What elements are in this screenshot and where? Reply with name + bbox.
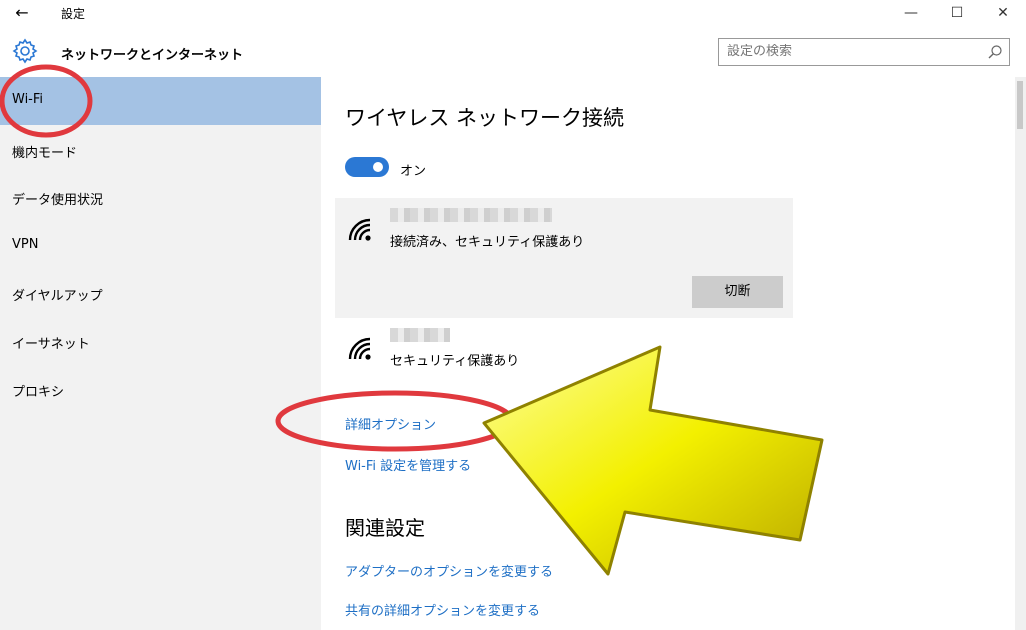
sidebar-item-vpn[interactable]: VPN: [0, 222, 321, 270]
scrollbar-thumb[interactable]: [1017, 81, 1023, 129]
page-header: ネットワークとインターネット: [0, 28, 1026, 77]
search-box[interactable]: [718, 38, 1010, 66]
sidebar-item-ethernet[interactable]: イーサネット: [0, 318, 321, 366]
network-name-blurred: [390, 208, 552, 222]
section-heading: ワイヤレス ネットワーク接続: [345, 106, 625, 130]
sidebar-item-label: Wi-Fi: [12, 92, 44, 107]
sidebar-item-airplane-mode[interactable]: 機内モード: [0, 127, 321, 175]
search-input[interactable]: [727, 44, 977, 59]
sidebar-item-label: プロキシ: [12, 385, 65, 400]
sidebar-item-data-usage[interactable]: データ使用状況: [0, 174, 321, 222]
sidebar-item-label: ダイヤルアップ: [12, 289, 103, 304]
sidebar-item-label: データ使用状況: [12, 193, 104, 208]
scrollbar[interactable]: [1015, 77, 1026, 630]
app-title: 設定: [61, 7, 86, 21]
network-status: 接続済み、セキュリティ保護あり: [390, 235, 585, 250]
wifi-toggle[interactable]: [345, 157, 389, 177]
sidebar-item-label: イーサネット: [12, 337, 90, 352]
sidebar-item-proxy[interactable]: プロキシ: [0, 366, 321, 414]
related-settings-heading: 関連設定: [345, 516, 425, 540]
page-title: ネットワークとインターネット: [61, 48, 244, 63]
toggle-knob: [373, 162, 383, 172]
network-name-blurred: [390, 328, 450, 342]
maximize-icon[interactable]: ☐: [934, 0, 980, 28]
wifi-icon: [348, 218, 371, 241]
manage-wifi-settings-link[interactable]: Wi-Fi 設定を管理する: [345, 455, 471, 474]
advanced-options-link[interactable]: 詳細オプション: [345, 414, 436, 433]
gear-icon: [12, 38, 38, 64]
sidebar-item-label: VPN: [12, 237, 39, 252]
toggle-label: オン: [400, 164, 427, 179]
sidebar-item-label: 機内モード: [12, 146, 78, 161]
disconnect-button[interactable]: 切断: [692, 276, 783, 308]
wifi-icon: [348, 337, 371, 360]
sidebar-item-wifi[interactable]: Wi-Fi: [0, 77, 321, 125]
network-status: セキュリティ保護あり: [390, 354, 520, 369]
sidebar-item-dialup[interactable]: ダイヤルアップ: [0, 270, 321, 318]
minimize-icon[interactable]: —: [888, 0, 934, 28]
back-arrow-icon[interactable]: ←: [10, 2, 34, 24]
search-icon[interactable]: [987, 44, 1003, 60]
sidebar: Wi-Fi 機内モード データ使用状況 VPN ダイヤルアップ イーサネット プ…: [0, 77, 321, 630]
title-bar: ← 設定 — ☐ ✕: [0, 0, 1026, 28]
sharing-options-link[interactable]: 共有の詳細オプションを変更する: [345, 600, 540, 619]
close-icon[interactable]: ✕: [980, 0, 1026, 28]
adapter-options-link[interactable]: アダプターのオプションを変更する: [345, 561, 553, 580]
